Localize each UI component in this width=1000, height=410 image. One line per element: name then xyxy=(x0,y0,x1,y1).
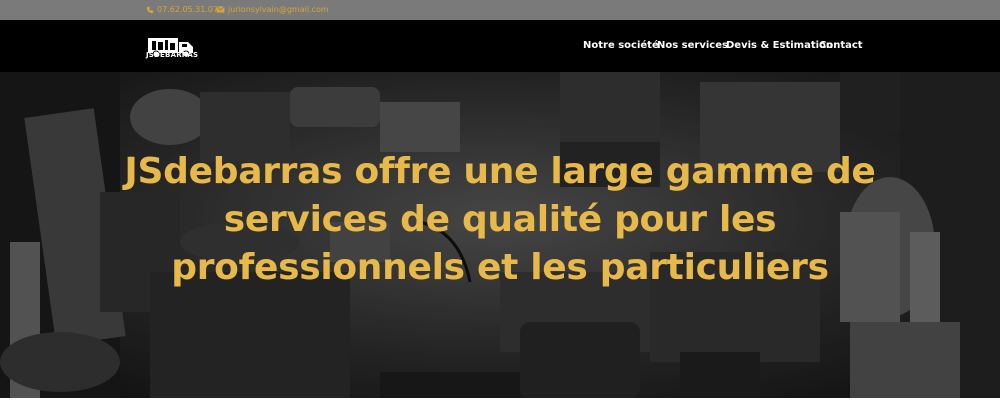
envelope-icon xyxy=(216,6,225,13)
nav-devis-estimation[interactable]: Devis & Estimation xyxy=(726,40,833,51)
nav-nos-services[interactable]: Nos services xyxy=(657,40,728,51)
email-address: jurionsylvain@gmail.com xyxy=(228,5,329,14)
logo-text[interactable]: JSDEBARRAS xyxy=(146,51,198,59)
hero-section: JSdebarras offre une large gamme de serv… xyxy=(0,72,1000,398)
nav-contact[interactable]: Contact xyxy=(819,40,863,51)
phone-icon xyxy=(146,6,154,13)
hero-headline-line-2: services de qualité pour les xyxy=(223,199,777,240)
email-contact[interactable]: jurionsylvain@gmail.com xyxy=(216,5,329,14)
top-bar: 07.62.05.31.07 jurionsylvain@gmail.com xyxy=(0,0,1000,20)
phone-number: 07.62.05.31.07 xyxy=(157,5,219,14)
nav-notre-societe[interactable]: Notre société xyxy=(583,40,659,51)
hero-headline-line-3: professionnels et les particuliers xyxy=(171,247,829,288)
hero-headline: JSdebarras offre une large gamme de serv… xyxy=(100,148,900,292)
page-bottom-strip xyxy=(0,398,1000,410)
phone-contact[interactable]: 07.62.05.31.07 xyxy=(146,5,218,14)
site-header: JSDEBARRAS Notre société Nos services De… xyxy=(0,20,1000,72)
hero-headline-line-1: JSdebarras offre une large gamme de xyxy=(124,151,876,192)
